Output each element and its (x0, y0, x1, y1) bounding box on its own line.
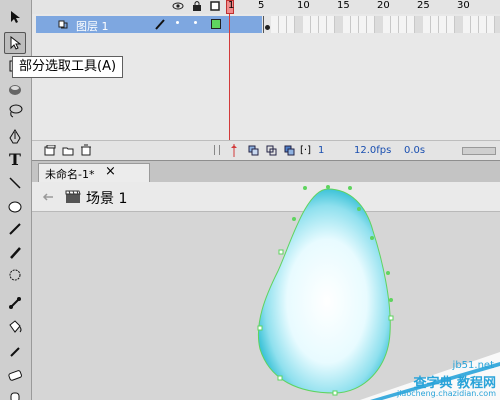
center-frame-icon[interactable] (230, 144, 238, 157)
elapsed-time[interactable]: 0.0s (404, 145, 425, 156)
anchor-point (292, 217, 296, 221)
onion-skin-icon[interactable] (248, 145, 260, 156)
close-icon[interactable]: × (105, 164, 116, 179)
frame-number-5: 5 (258, 0, 265, 11)
visibility-dot[interactable] (176, 21, 179, 24)
curve-point (257, 325, 263, 331)
timeline-header: 1 5 10 15 20 25 30 (32, 0, 500, 14)
playhead-line (229, 14, 230, 140)
curve-point (278, 249, 284, 255)
frame-marker (335, 16, 343, 33)
pencil-tool-button[interactable] (4, 218, 26, 240)
new-layer-icon[interactable] (44, 145, 56, 156)
pencil-icon (155, 19, 165, 30)
lasso-icon (9, 104, 23, 118)
watermark: jb51.net 查字典 教程网 jiaocheng.chazidian.com (360, 352, 500, 400)
pen-icon (9, 129, 21, 144)
text-tool-button[interactable]: T (4, 148, 26, 170)
timeline-footer: [·] 1 12.0fps 0.0s (32, 140, 500, 160)
bone-tool-button[interactable] (4, 292, 26, 314)
timeline-panel: 1 5 10 15 20 25 30 图层 1 [·] 1 12.0fps 0.… (32, 0, 500, 160)
layer-icon (58, 20, 68, 29)
brush-tool-button[interactable] (4, 242, 26, 264)
horizontal-scrollbar[interactable] (462, 147, 496, 155)
brush-icon (10, 247, 21, 259)
oval-tool-button[interactable] (4, 196, 26, 218)
eraser-icon (8, 370, 22, 381)
frame-number-20: 20 (377, 0, 390, 11)
selection-tool-button[interactable] (4, 6, 26, 28)
splitter-handle[interactable] (214, 145, 220, 155)
frame-number-30: 30 (457, 0, 470, 11)
frame-marker (495, 16, 500, 33)
lasso-tool-button[interactable] (4, 100, 26, 122)
oval-icon (8, 201, 22, 213)
onion-outlines-icon[interactable] (266, 145, 278, 156)
keyframe-1[interactable] (263, 16, 271, 33)
gradient-tool-button[interactable] (4, 78, 26, 100)
bucket-icon (9, 320, 22, 333)
frame-marker (295, 16, 303, 33)
frame-number-1: 1 (228, 0, 235, 11)
anchor-point (389, 298, 393, 302)
anchor-point (303, 186, 307, 190)
outline-square-icon[interactable] (210, 1, 220, 11)
trash-icon[interactable] (80, 144, 92, 156)
frame-number-10: 10 (297, 0, 310, 11)
lock-dot[interactable] (194, 21, 197, 24)
paint-bucket-icon (9, 85, 21, 95)
frame-marker (455, 16, 463, 33)
frame-marker (415, 16, 423, 33)
paint-bucket-tool-button[interactable] (4, 316, 26, 338)
document-tab-bar: 未命名-1* × (32, 160, 500, 183)
deco-tool-button[interactable] (4, 264, 26, 286)
watermark-url: jiaocheng.chazidian.com (396, 389, 496, 398)
frame-strip[interactable] (263, 16, 500, 33)
hand-tool-button[interactable] (4, 386, 26, 400)
edit-multiple-frames-icon[interactable] (284, 145, 296, 156)
lock-icon[interactable] (192, 0, 202, 11)
egg-shape[interactable] (32, 183, 500, 396)
eyedropper-icon (10, 347, 20, 357)
layer-outline-color[interactable] (211, 19, 221, 29)
subselection-tool-button[interactable] (4, 32, 26, 54)
anchor-point (348, 186, 352, 190)
keyframe-dot (265, 25, 270, 30)
watermark-site: jb51.net (452, 360, 494, 371)
document-tab-title[interactable]: 未命名-1* (45, 166, 94, 182)
arrow-selection-icon (11, 11, 20, 23)
eyedropper-tool-button[interactable] (4, 340, 26, 362)
line-icon (9, 177, 21, 189)
frame-marker (375, 16, 383, 33)
modify-markers-icon[interactable]: [·] (300, 145, 311, 156)
anchor-point (386, 271, 390, 275)
pen-tool-button[interactable] (4, 126, 26, 148)
anchor-point (370, 236, 374, 240)
curve-point (388, 315, 394, 321)
tool-tooltip: 部分选取工具(A) (12, 56, 124, 78)
new-folder-icon[interactable] (62, 145, 74, 156)
bone-icon (9, 297, 21, 309)
anchor-point (357, 207, 361, 211)
curve-point (277, 375, 283, 381)
hand-icon (10, 392, 20, 400)
text-icon: T (9, 149, 21, 169)
pencil-icon (9, 223, 21, 235)
line-tool-button[interactable] (4, 172, 26, 194)
eye-icon[interactable] (172, 1, 184, 11)
subselection-icon (10, 36, 21, 50)
anchor-point (326, 185, 330, 189)
layer-name[interactable]: 图层 1 (76, 18, 109, 34)
document-tab[interactable]: 未命名-1* × (38, 163, 150, 183)
eraser-tool-button[interactable] (4, 364, 26, 386)
curve-point (332, 390, 338, 396)
current-frame[interactable]: 1 (318, 145, 324, 156)
frame-number-15: 15 (337, 0, 350, 11)
ink-bottle-icon (9, 269, 21, 281)
frame-rate[interactable]: 12.0fps (354, 145, 391, 156)
frame-number-25: 25 (417, 0, 430, 11)
